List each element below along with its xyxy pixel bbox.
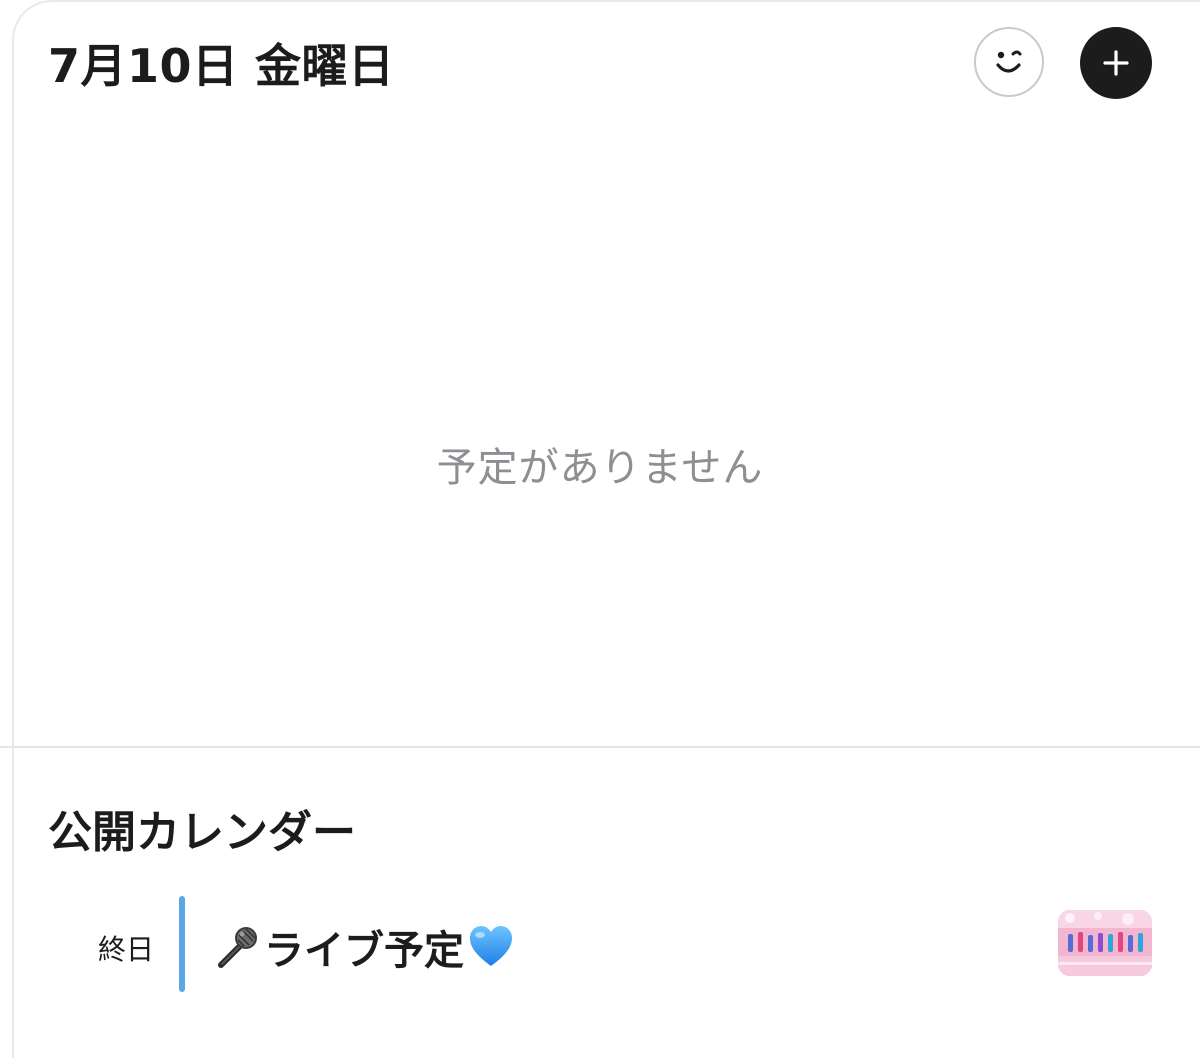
event-time-label: 終日 <box>98 933 155 966</box>
event-row[interactable]: 終日 ライブ予定 <box>0 896 1200 996</box>
plus-icon <box>1103 50 1129 76</box>
empty-state-message: 予定がありません <box>436 445 764 491</box>
section-divider <box>0 746 1200 748</box>
sticker-button[interactable] <box>974 27 1044 97</box>
microphone-icon <box>210 920 264 974</box>
event-color-bar <box>179 896 185 992</box>
calendar-thumbnail-image[interactable] <box>1058 910 1152 976</box>
smiley-wink-icon <box>996 50 1022 73</box>
blue-heart-icon <box>464 920 518 974</box>
page-title: 7月10日 金曜日 <box>48 39 395 93</box>
event-title: ライブ予定 <box>264 928 464 974</box>
public-calendar-title: 公開カレンダー <box>48 807 356 858</box>
event-title-wrapper: ライブ予定 <box>210 918 518 976</box>
add-event-button[interactable] <box>1080 27 1152 99</box>
